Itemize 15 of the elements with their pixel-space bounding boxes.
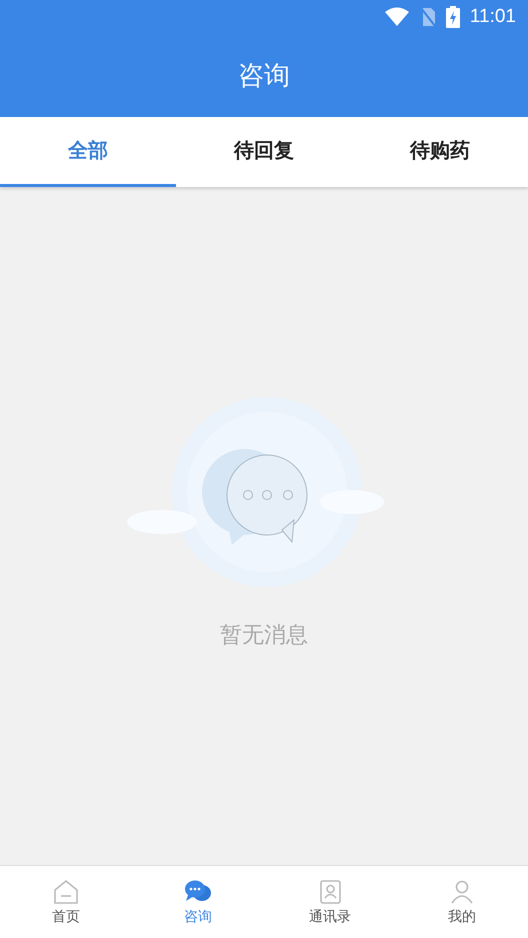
wifi-icon — [384, 7, 410, 27]
home-icon — [53, 878, 79, 904]
tab[interactable]: 待购药 — [352, 117, 528, 187]
empty-message: 暂无消息 — [220, 622, 308, 650]
nav-item[interactable]: 首页 — [0, 866, 132, 938]
status-time: 11:01 — [470, 6, 516, 28]
page-title: 咨询 — [238, 60, 290, 93]
tab[interactable]: 全部 — [0, 117, 176, 187]
nav-item[interactable]: 通讯录 — [264, 866, 396, 938]
nav-item[interactable]: 我的 — [396, 866, 528, 938]
contact-book-icon — [317, 878, 343, 904]
nav-item[interactable]: 咨询 — [132, 866, 264, 938]
tab[interactable]: 待回复 — [176, 117, 352, 187]
battery-charging-icon — [446, 6, 460, 28]
person-icon — [449, 878, 475, 904]
